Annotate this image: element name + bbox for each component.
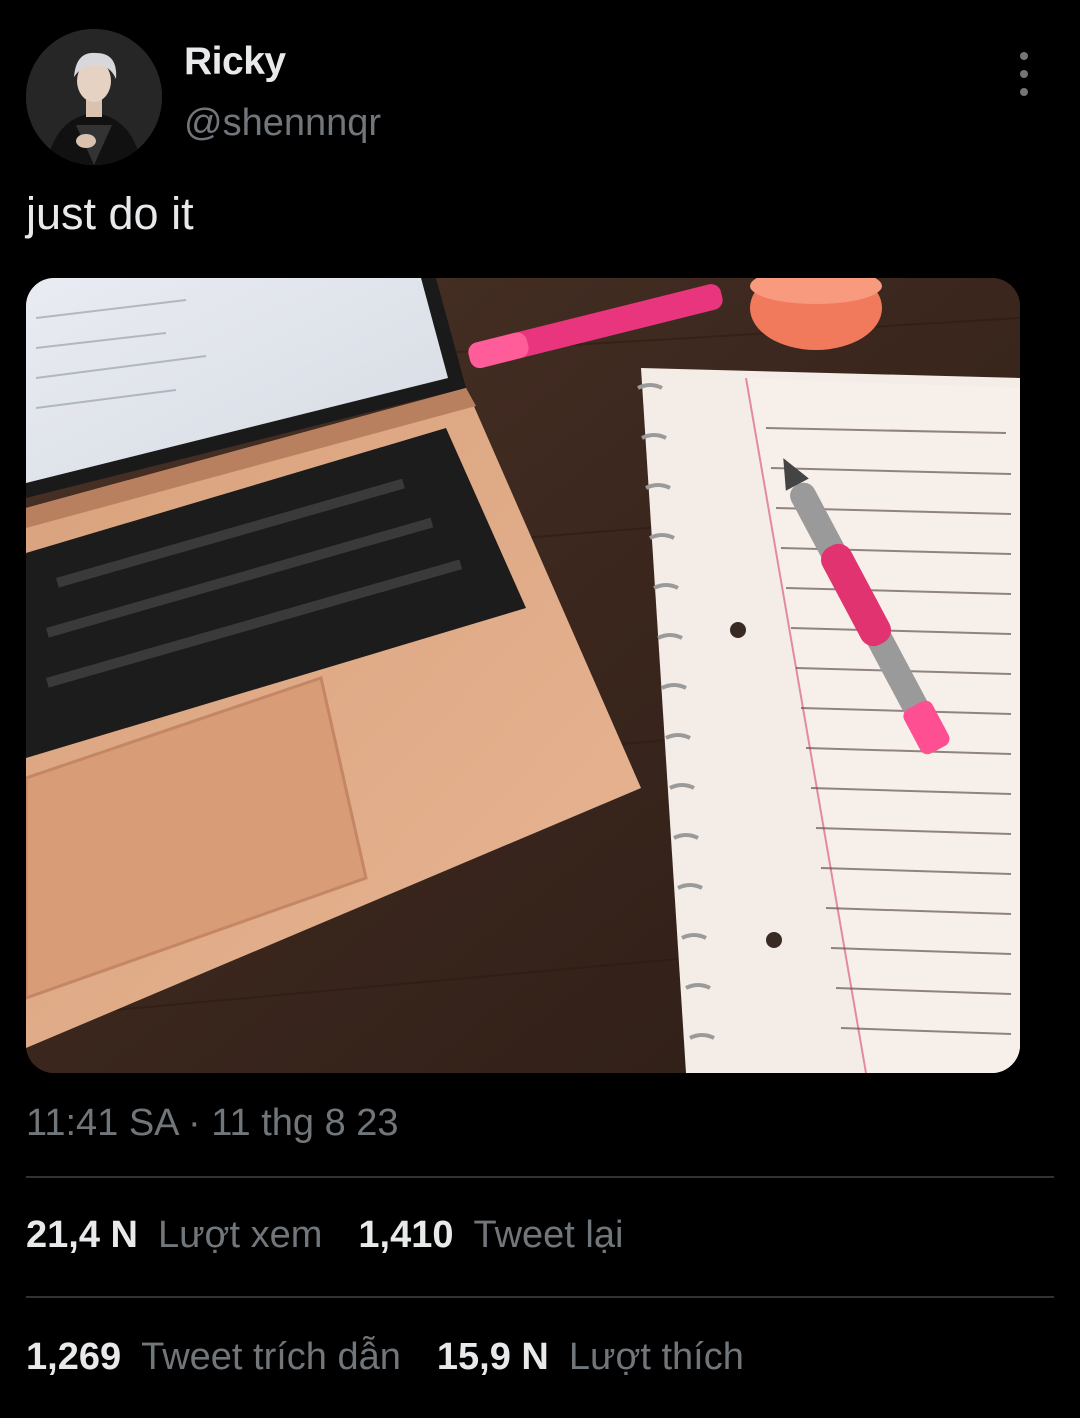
quote-tweets-stat[interactable]: 1,269 Tweet trích dẫn	[26, 1336, 401, 1379]
more-dot	[1020, 88, 1028, 96]
divider	[26, 1296, 1054, 1298]
likes-label: Lượt thích	[568, 1336, 744, 1378]
views-count: 21,4 N	[26, 1214, 138, 1256]
divider	[26, 1176, 1054, 1178]
quote-tweets-count: 1,269	[26, 1336, 122, 1378]
retweets-stat[interactable]: 1,410 Tweet lại	[358, 1214, 623, 1257]
avatar-image	[26, 29, 162, 165]
tweet-detail: Ricky @shennnqr just do it 11:41 SA · 11…	[0, 0, 1080, 1418]
retweets-label: Tweet lại	[473, 1214, 624, 1256]
photo-laptop-notebook-pen	[26, 278, 1020, 1073]
more-dot	[1020, 52, 1028, 60]
avatar[interactable]	[26, 29, 162, 165]
quote-tweets-label: Tweet trích dẫn	[141, 1336, 401, 1378]
author-display-name[interactable]: Ricky	[184, 40, 286, 84]
more-dot	[1020, 70, 1028, 78]
stats-row-1: 21,4 N Lượt xem 1,410 Tweet lại	[26, 1214, 659, 1257]
retweets-count: 1,410	[358, 1214, 454, 1256]
views-stat[interactable]: 21,4 N Lượt xem	[26, 1214, 322, 1257]
tweet-photo[interactable]	[26, 278, 1020, 1073]
views-label: Lượt xem	[157, 1214, 323, 1256]
likes-count: 15,9 N	[436, 1336, 549, 1378]
author-handle[interactable]: @shennnqr	[184, 102, 381, 145]
stats-row-2: 1,269 Tweet trích dẫn 15,9 N Lượt thích	[26, 1336, 780, 1379]
tweet-text: just do it	[26, 188, 194, 239]
tweet-timestamp[interactable]: 11:41 SA · 11 thg 8 23	[26, 1102, 399, 1145]
more-options-icon[interactable]	[1004, 52, 1044, 96]
likes-stat[interactable]: 15,9 N Lượt thích	[437, 1336, 744, 1379]
